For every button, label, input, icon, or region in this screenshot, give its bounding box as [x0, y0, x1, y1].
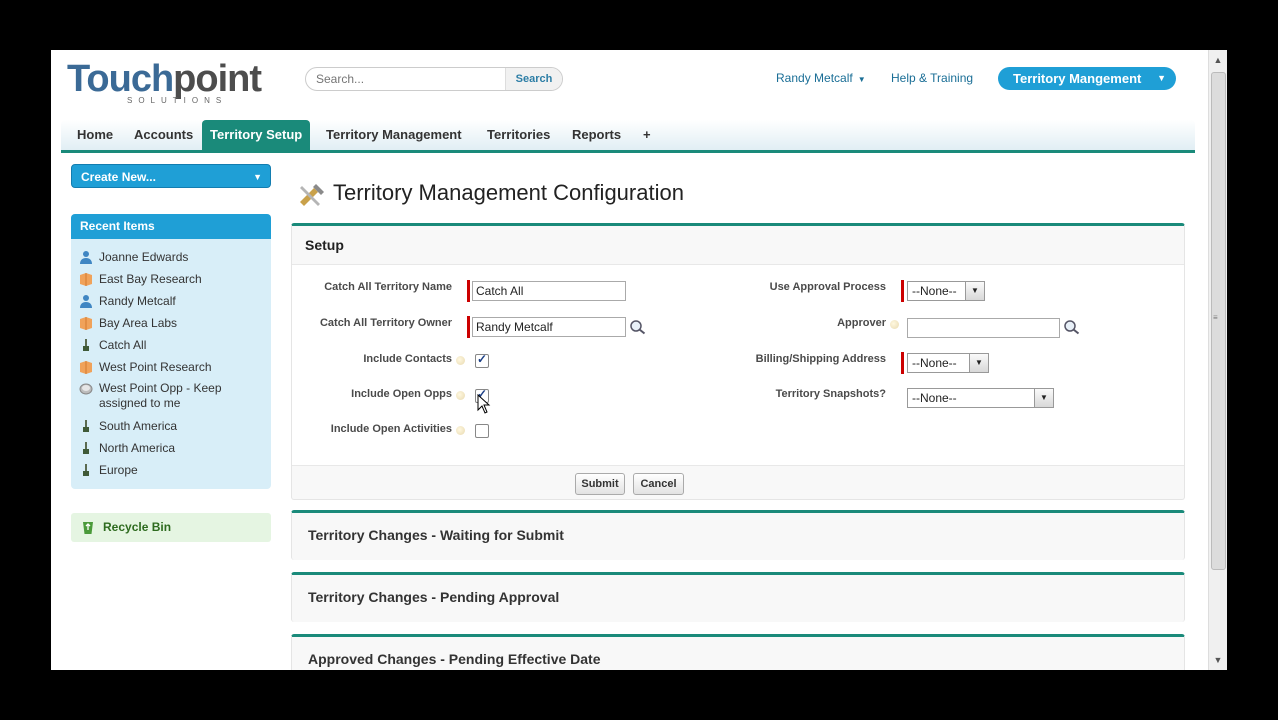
recent-item[interactable]: Europe	[79, 462, 138, 477]
recycle-bin-link[interactable]: Recycle Bin	[71, 513, 271, 542]
submit-button[interactable]: Submit	[575, 473, 625, 495]
required-marker	[901, 352, 904, 374]
recent-items-title: Recent Items	[71, 214, 271, 239]
checkmark-icon: ✓	[477, 352, 488, 366]
tab-bar: Home Accounts Territory Setup Territory …	[61, 120, 1195, 153]
wrench-screwdriver-icon	[300, 184, 324, 206]
logo-subtitle: SOLUTIONS	[127, 96, 228, 105]
pending-effective-date-section: Approved Changes - Pending Effective Dat…	[291, 634, 1185, 670]
catch-all-owner-label: Catch All Territory Owner	[319, 317, 452, 329]
tab-accounts[interactable]: Accounts	[126, 120, 201, 150]
help-bubble-icon[interactable]	[456, 356, 465, 365]
search-button[interactable]: Search	[505, 68, 562, 90]
tab-territory-setup[interactable]: Territory Setup	[202, 120, 311, 150]
cancel-button[interactable]: Cancel	[633, 473, 684, 495]
setup-form: Catch All Territory Name Catch All Terri…	[292, 264, 1184, 466]
recent-item[interactable]: South America	[79, 418, 177, 433]
use-approval-label: Use Approval Process	[769, 281, 886, 293]
help-bubble-icon[interactable]	[456, 391, 465, 400]
section-title: Approved Changes - Pending Effective Dat…	[308, 651, 601, 667]
territory-icon	[83, 419, 89, 432]
person-icon	[80, 250, 92, 264]
chevron-down-icon: ▼	[965, 282, 984, 300]
browser-window: Touchpoint SOLUTIONS Search Randy Metcal…	[51, 50, 1227, 670]
approver-label: Approver	[837, 317, 886, 329]
waiting-for-submit-section: Territory Changes - Waiting for Submit	[291, 510, 1185, 560]
catch-all-name-label: Catch All Territory Name	[324, 281, 452, 293]
account-icon	[80, 272, 92, 286]
chevron-down-icon: ▼	[969, 354, 988, 372]
recent-item[interactable]: Catch All	[79, 337, 146, 352]
logo-text-a: Touch	[67, 58, 174, 100]
touchpoint-logo[interactable]: Touchpoint SOLUTIONS	[67, 58, 282, 106]
approver-input[interactable]	[907, 318, 1060, 338]
user-name: Randy Metcalf	[776, 71, 853, 85]
territory-icon	[83, 463, 89, 476]
territory-snapshots-label: Territory Snapshots?	[775, 388, 886, 400]
help-bubble-icon[interactable]	[890, 320, 899, 329]
account-icon	[80, 360, 92, 374]
setup-section: Setup Catch All Territory Name Catch All…	[291, 223, 1185, 500]
create-new-button[interactable]: Create New... ▼	[71, 164, 271, 188]
section-title: Territory Changes - Pending Approval	[308, 589, 560, 605]
billing-shipping-select[interactable]: --None-- ▼	[907, 353, 989, 373]
vertical-scrollbar[interactable]: ▲ ≡ ▼	[1208, 50, 1227, 670]
include-open-opps-label: Include Open Opps	[351, 388, 452, 400]
recent-items-panel: Recent Items Joanne Edwards East Bay Res…	[71, 214, 271, 489]
tab-territories[interactable]: Territories	[479, 120, 558, 150]
recycle-bin-icon	[83, 522, 93, 534]
recent-item[interactable]: East Bay Research	[79, 271, 202, 286]
territory-snapshots-select[interactable]: --None-- ▼	[907, 388, 1054, 408]
territory-icon	[83, 338, 89, 351]
page-title: Territory Management Configuration	[333, 180, 684, 205]
create-new-label: Create New...	[81, 170, 156, 184]
recent-item[interactable]: West Point Research	[79, 359, 212, 374]
search-input[interactable]	[314, 70, 508, 88]
catch-all-owner-input[interactable]	[472, 317, 626, 337]
territory-icon	[83, 441, 89, 454]
required-marker	[901, 280, 904, 302]
help-training-link[interactable]: Help & Training	[891, 71, 973, 85]
scroll-down-icon[interactable]: ▼	[1209, 652, 1227, 668]
include-open-activities-checkbox[interactable]	[475, 424, 489, 438]
account-icon	[80, 316, 92, 330]
billing-shipping-label: Billing/Shipping Address	[755, 353, 886, 365]
tab-territory-management[interactable]: Territory Management	[318, 120, 470, 150]
person-icon	[80, 294, 92, 308]
app-switcher-label: Territory Mangement	[1013, 71, 1142, 86]
chevron-down-icon: ▼	[1157, 73, 1166, 83]
tab-reports[interactable]: Reports	[564, 120, 629, 150]
mouse-cursor-icon	[477, 394, 491, 414]
include-contacts-label: Include Contacts	[363, 353, 452, 365]
tab-home[interactable]: Home	[69, 120, 121, 150]
grip-icon: ≡	[1213, 313, 1218, 322]
catch-all-name-input[interactable]	[472, 281, 626, 301]
recent-item[interactable]: Randy Metcalf	[79, 293, 176, 308]
chevron-down-icon: ▼	[253, 172, 262, 182]
required-marker	[467, 316, 470, 338]
opportunity-icon	[79, 383, 93, 395]
lookup-icon[interactable]	[629, 319, 647, 335]
help-bubble-icon[interactable]	[456, 426, 465, 435]
pending-approval-section: Territory Changes - Pending Approval	[291, 572, 1185, 622]
recent-item[interactable]: Joanne Edwards	[79, 249, 188, 264]
setup-heading: Setup	[305, 237, 344, 253]
section-title: Territory Changes - Waiting for Submit	[308, 527, 564, 543]
add-tab-button[interactable]: +	[635, 120, 659, 150]
app-switcher-button[interactable]: Territory Mangement ▼	[998, 67, 1176, 90]
include-open-activities-label: Include Open Activities	[330, 423, 452, 435]
search-bar: Search	[305, 67, 563, 91]
user-menu[interactable]: Randy Metcalf ▼	[776, 71, 866, 85]
include-contacts-checkbox[interactable]: ✓	[475, 352, 489, 368]
required-marker	[467, 280, 470, 302]
recent-item[interactable]: West Point Opp - Keep assigned to me	[79, 381, 249, 411]
recent-item[interactable]: North America	[79, 440, 175, 455]
scroll-up-icon[interactable]: ▲	[1209, 52, 1227, 68]
recent-item[interactable]: Bay Area Labs	[79, 315, 177, 330]
chevron-down-icon: ▼	[857, 75, 866, 84]
chevron-down-icon: ▼	[1034, 389, 1053, 407]
lookup-icon[interactable]	[1063, 319, 1081, 335]
logo-text-b: point	[173, 58, 262, 100]
use-approval-select[interactable]: --None-- ▼	[907, 281, 985, 301]
